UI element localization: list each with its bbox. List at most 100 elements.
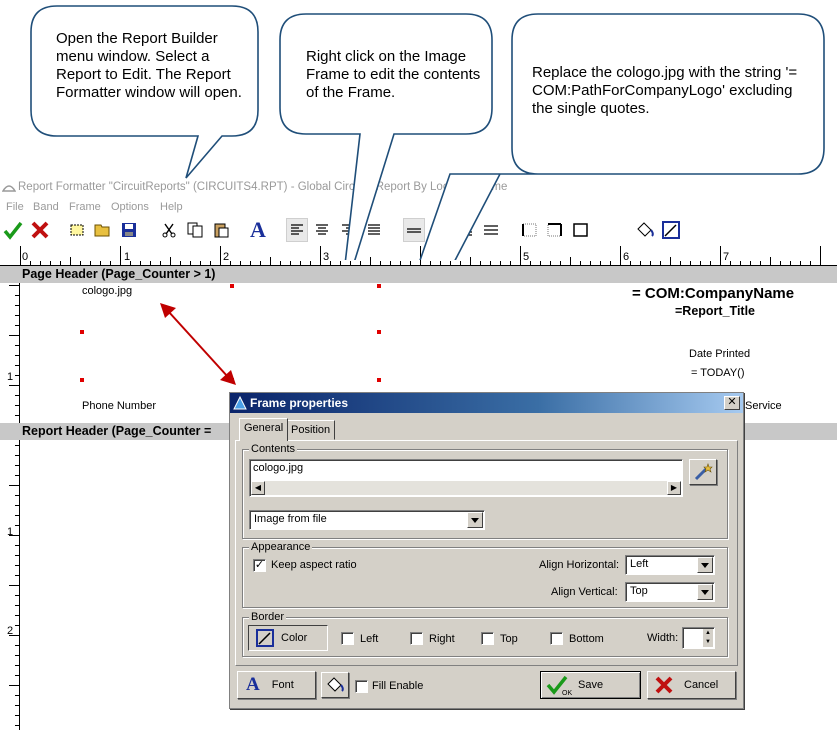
scroll-left-button[interactable]: ◀ <box>251 481 265 495</box>
tab-general[interactable]: General <box>239 418 289 441</box>
align-left-icon[interactable] <box>286 218 308 242</box>
align-vertical-select[interactable]: Top <box>625 582 715 602</box>
wand-icon <box>694 463 713 481</box>
vruler-label-1: 1 <box>7 371 14 383</box>
menu-file[interactable]: File <box>6 198 24 216</box>
border-right-checkbox[interactable] <box>410 632 423 645</box>
align-horizontal-label: Align Horizontal: <box>539 559 620 571</box>
fill-bucket-icon[interactable] <box>634 218 656 242</box>
align-horizontal-select[interactable]: Left <box>625 555 715 575</box>
chevron-down-icon[interactable] <box>467 512 483 528</box>
line-top-icon[interactable] <box>403 218 425 242</box>
dialog-titlebar: Frame properties ✕ <box>230 393 743 413</box>
service-label[interactable]: Service <box>745 400 782 412</box>
line-middle-icon[interactable] <box>428 218 450 242</box>
selection-handle[interactable] <box>80 378 84 382</box>
frame-border-icon[interactable] <box>570 218 592 242</box>
line-multi-icon[interactable] <box>480 218 502 242</box>
ok-badge: OK <box>562 690 572 696</box>
border-bottom-checkbox[interactable] <box>550 632 563 645</box>
menu-band[interactable]: Band <box>33 198 59 216</box>
dialog-triangle-icon <box>233 396 247 410</box>
band-page-header[interactable]: Page Header (Page_Counter > 1) <box>0 266 837 283</box>
border-top-label[interactable]: Top <box>500 632 518 646</box>
ruler-label-3: 3 <box>323 251 330 263</box>
fill-enable-label[interactable]: Fill Enable <box>372 679 423 693</box>
border-color-icon <box>256 629 274 647</box>
new-frame-icon[interactable] <box>66 218 88 242</box>
frame-left-icon[interactable] <box>519 218 541 242</box>
menu-bar: File Band Frame Options Help <box>0 198 837 216</box>
keep-aspect-label[interactable]: Keep aspect ratio <box>271 558 357 572</box>
tab-position-label: Position <box>291 424 331 436</box>
tab-position[interactable]: Position <box>286 420 336 440</box>
font-button-label: Font <box>271 679 294 691</box>
dialog-title: Frame properties <box>250 396 349 410</box>
open-folder-icon[interactable] <box>92 218 114 242</box>
ruler-label-4: 4 <box>423 251 430 263</box>
spinner-arrows[interactable]: ▲ ▼ <box>703 629 713 647</box>
align-right-icon[interactable] <box>337 218 359 242</box>
fill-enable-checkbox[interactable] <box>355 680 368 693</box>
border-width-spinner[interactable]: ▲ ▼ <box>682 627 715 649</box>
app-icon <box>2 185 16 192</box>
paste-icon[interactable] <box>210 218 232 242</box>
border-bottom-label[interactable]: Bottom <box>569 632 604 646</box>
menu-options[interactable]: Options <box>111 198 149 216</box>
cut-icon[interactable] <box>158 218 180 242</box>
report-title-field[interactable]: =Report_Title <box>675 304 755 318</box>
save-icon[interactable] <box>118 218 140 242</box>
chevron-down-icon[interactable] <box>697 557 713 573</box>
today-field[interactable]: = TODAY() <box>691 367 745 379</box>
window-titlebar: Report Formatter "CircuitReports" (CIRCU… <box>0 178 837 196</box>
menu-help[interactable]: Help <box>160 198 183 216</box>
image-frame-text[interactable]: cologo.jpg <box>82 285 132 297</box>
phone-number-label[interactable]: Phone Number <box>82 400 156 412</box>
scroll-right-button[interactable]: ▶ <box>667 481 681 495</box>
keep-aspect-checkbox[interactable]: ✓ <box>253 559 266 572</box>
appearance-group-label: Appearance <box>249 540 313 554</box>
font-button[interactable]: A Font <box>237 671 316 699</box>
justify-icon[interactable] <box>363 218 385 242</box>
company-name-field[interactable]: = COM:CompanyName <box>632 285 794 302</box>
toolbar: A <box>0 216 837 246</box>
border-right-label[interactable]: Right <box>429 632 455 646</box>
save-button[interactable]: OK Save <box>540 671 641 699</box>
border-color-button[interactable]: Color <box>248 625 328 651</box>
chevron-down-icon[interactable] <box>697 584 713 600</box>
menu-frame[interactable]: Frame <box>69 198 101 216</box>
check-icon: OK <box>546 675 572 696</box>
font-icon: A <box>246 674 260 695</box>
date-printed-label[interactable]: Date Printed <box>689 348 750 360</box>
source-type-select[interactable]: Image from file <box>249 510 485 530</box>
cancel-button[interactable]: Cancel <box>647 671 736 699</box>
border-top-checkbox[interactable] <box>481 632 494 645</box>
ruler-label-0: 0 <box>22 251 29 263</box>
selection-handle[interactable] <box>230 284 234 288</box>
close-icon[interactable]: ✕ <box>724 396 740 410</box>
general-tab-panel: Contents cologo.jpg ◀ ▶ Image from file <box>235 440 738 666</box>
border-left-label[interactable]: Left <box>360 632 378 646</box>
align-center-icon[interactable] <box>311 218 333 242</box>
contents-group: Contents cologo.jpg ◀ ▶ Image from file <box>242 442 728 539</box>
frame-right-icon[interactable] <box>544 218 566 242</box>
contents-textbox[interactable]: cologo.jpg ◀ ▶ <box>249 459 683 497</box>
fill-color-button[interactable] <box>321 672 349 698</box>
x-icon <box>655 676 673 694</box>
ruler-label-2: 2 <box>223 251 230 263</box>
horizontal-scrollbar[interactable]: ◀ ▶ <box>251 481 681 495</box>
selection-handle[interactable] <box>377 330 381 334</box>
x-icon[interactable] <box>29 218 51 242</box>
check-icon[interactable] <box>2 218 24 242</box>
border-left-checkbox[interactable] <box>341 632 354 645</box>
horizontal-ruler: 0 1 2 3 4 5 6 7 <box>0 246 837 266</box>
selection-handle[interactable] <box>377 284 381 288</box>
border-color-icon[interactable] <box>660 218 682 242</box>
selection-handle[interactable] <box>80 330 84 334</box>
line-bottom-icon[interactable] <box>454 218 476 242</box>
copy-icon[interactable] <box>184 218 206 242</box>
edit-contents-button[interactable] <box>689 459 717 485</box>
selection-handle[interactable] <box>377 378 381 382</box>
font-icon[interactable]: A <box>247 218 269 242</box>
vertical-ruler: 1 1 2 <box>0 283 20 730</box>
